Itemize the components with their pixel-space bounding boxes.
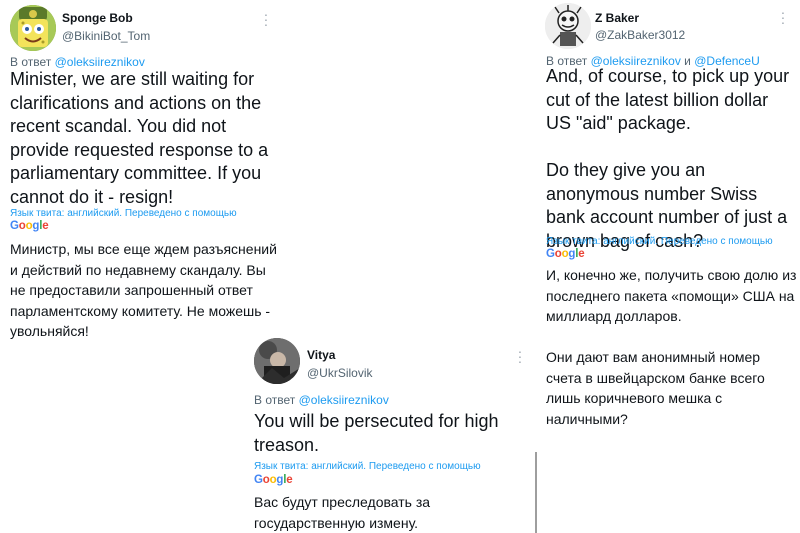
more-vertical-icon[interactable]: · · · (262, 7, 270, 31)
tweet-text: You will be persecuted for high treason. (254, 411, 499, 455)
author-name[interactable]: Vitya (307, 348, 335, 362)
reply-context: В ответ @oleksiireznikov (254, 393, 389, 407)
google-logo: Google (254, 474, 293, 486)
avatar[interactable] (254, 338, 300, 384)
author-handle[interactable]: @ZakBaker3012 (595, 28, 685, 42)
tweet-card: Sponge Bob @BikiniBot_Tom · · · В ответ @o… (0, 0, 282, 340)
more-vertical-icon[interactable]: · · · (779, 5, 787, 29)
google-logo: Google (10, 220, 49, 232)
translated-text: Министр, мы все еще ждем разъяснений и д… (10, 241, 277, 339)
divider (535, 452, 537, 533)
tweet-card: Vitya @UkrSilovik · · · В ответ @oleksiire… (248, 338, 538, 533)
translation-note[interactable]: Язык твита: английский. Переведено с пом… (546, 236, 773, 247)
tweet-text: Minister, we are still waiting for clari… (10, 69, 269, 207)
avatar[interactable] (10, 5, 56, 51)
translated-text: И, конечно же, получить свою долю из пос… (546, 267, 797, 427)
mention-link[interactable]: @oleksiireznikov (299, 393, 389, 407)
tweet-text: And, of course, to pick up your cut of t… (546, 66, 790, 251)
author-handle[interactable]: @BikiniBot_Tom (62, 29, 150, 43)
translated-text: Вас будут преследовать за государственну… (254, 494, 431, 531)
mention-link[interactable]: @oleksiireznikov (55, 55, 145, 69)
reply-prefix: В ответ (10, 55, 52, 69)
reply-prefix: В ответ (254, 393, 296, 407)
author-name[interactable]: Z Baker (595, 11, 639, 25)
author-name[interactable]: Sponge Bob (62, 11, 133, 25)
translation-note[interactable]: Язык твита: английский. Переведено с пом… (254, 461, 481, 472)
avatar[interactable] (545, 3, 591, 49)
tweet-card: Z Baker @ZakBaker3012 · · · В ответ @oleks… (537, 0, 800, 533)
reply-context: В ответ @oleksiireznikov (10, 55, 145, 69)
translation-note[interactable]: Язык твита: английский. Переведено с пом… (10, 208, 237, 219)
author-handle[interactable]: @UkrSilovik (307, 366, 373, 380)
more-vertical-icon[interactable]: · · · (516, 344, 524, 368)
google-logo: Google (546, 248, 585, 260)
